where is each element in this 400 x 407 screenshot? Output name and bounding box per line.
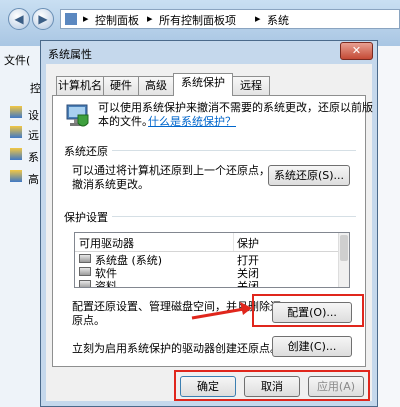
- back-button[interactable]: ◀: [8, 8, 30, 30]
- intro-text: 本的文件。: [98, 115, 153, 128]
- highlight-box: [174, 370, 370, 401]
- breadcrumb-item[interactable]: 系统: [267, 12, 289, 28]
- tab-advanced[interactable]: 高级: [138, 76, 174, 95]
- tab-system-protection[interactable]: 系统保护: [173, 73, 233, 96]
- sidebar-item[interactable]: 高: [28, 171, 39, 187]
- highlight-box: [252, 294, 364, 327]
- sidebar-item[interactable]: 远: [28, 127, 39, 143]
- list-header: 可用驱动器 保护: [75, 233, 339, 252]
- system-restore-group-title: 系统还原: [64, 143, 112, 159]
- system-restore-button[interactable]: 系统还原(S)...: [268, 165, 350, 186]
- restore-description: 撤消系统更改。: [72, 178, 149, 191]
- tab-remote[interactable]: 远程: [232, 76, 270, 95]
- breadcrumb-separator: ▸: [83, 12, 89, 25]
- list-scrollbar[interactable]: [338, 233, 349, 287]
- table-row[interactable]: 软件 关闭: [79, 265, 335, 280]
- create-description: 立刻为启用系统保护的驱动器创建还原点。: [72, 342, 281, 355]
- config-description: 原点。: [72, 314, 105, 327]
- control-panel-icon: [65, 13, 77, 25]
- drive-icon: [79, 280, 91, 287]
- what-is-system-protection-link[interactable]: 什么是系统保护？: [148, 113, 236, 129]
- sidebar-item[interactable]: 系: [28, 149, 39, 165]
- explorer-content-edge: [378, 46, 400, 407]
- breadcrumb-item[interactable]: 所有控制面板项: [159, 12, 236, 28]
- shield-icon: [10, 170, 22, 182]
- system-protection-icon: [62, 101, 92, 131]
- table-row[interactable]: 系统盘 (系统) 打开: [79, 252, 335, 267]
- drive-name: 资料: [95, 280, 117, 288]
- shield-icon: [10, 106, 22, 118]
- column-divider: [233, 233, 234, 251]
- create-button[interactable]: 创建(C)...: [272, 336, 352, 357]
- column-header-protection[interactable]: 保护: [237, 235, 259, 251]
- annotation-arrow-icon: [190, 298, 254, 322]
- breadcrumb-separator: ▸: [147, 12, 153, 25]
- shield-icon: [10, 148, 22, 160]
- column-header-drive[interactable]: 可用驱动器: [79, 235, 134, 251]
- table-row[interactable]: 资料 关闭: [79, 278, 335, 288]
- file-menu[interactable]: 文件(: [4, 52, 30, 68]
- breadcrumb-item[interactable]: 控制面板: [95, 12, 139, 28]
- drive-list[interactable]: 可用驱动器 保护 系统盘 (系统) 打开 软件 关闭 资料 关闭: [74, 232, 350, 288]
- sidebar-item[interactable]: 设: [28, 107, 39, 123]
- tab-computer-name[interactable]: 计算机名: [56, 76, 104, 95]
- scrollbar-thumb[interactable]: [340, 235, 348, 261]
- drive-icon: [79, 267, 91, 276]
- protection-settings-group-title: 保护设置: [64, 209, 112, 225]
- drive-protection-status: 关闭: [237, 280, 259, 288]
- breadcrumb-separator: ▸: [255, 12, 261, 25]
- system-drive-icon: [79, 254, 91, 263]
- tab-hardware[interactable]: 硬件: [103, 76, 139, 95]
- address-bar[interactable]: ▸ 控制面板 ▸ 所有控制面板项 ▸ 系统: [60, 9, 400, 29]
- close-button[interactable]: ✕: [340, 42, 373, 60]
- forward-button[interactable]: ▶: [32, 8, 54, 30]
- dialog-title: 系统属性: [48, 48, 92, 61]
- shield-icon: [10, 126, 22, 138]
